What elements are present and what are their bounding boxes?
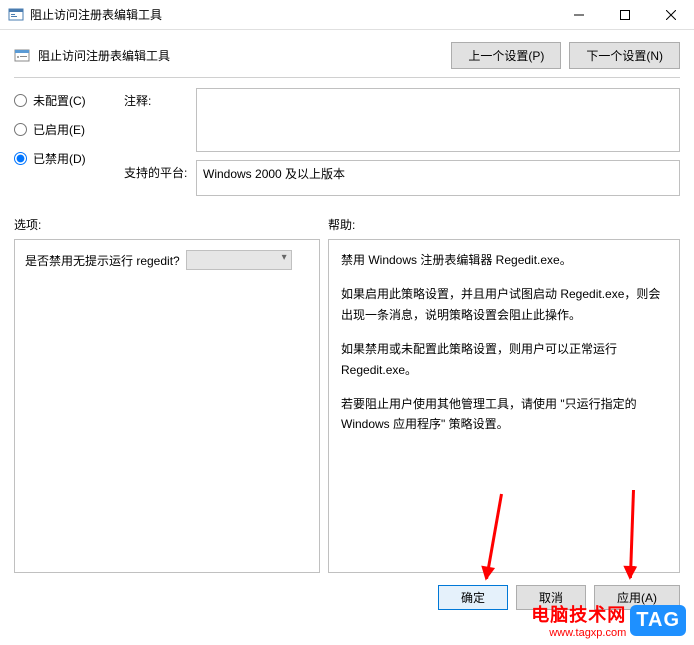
option-question: 是否禁用无提示运行 regedit? — [25, 252, 180, 269]
lower-panels: 是否禁用无提示运行 regedit? 禁用 Windows 注册表编辑器 Reg… — [0, 239, 694, 573]
radio-not-configured-label: 未配置(C) — [33, 92, 86, 109]
help-p3: 如果禁用或未配置此策略设置，则用户可以正常运行 Regedit.exe。 — [341, 339, 667, 380]
watermark-tag: TAG — [630, 605, 686, 636]
comment-row: 注释: — [124, 88, 680, 152]
option-select[interactable] — [186, 250, 292, 270]
section-labels: 选项: 帮助: — [0, 196, 694, 239]
option-row: 是否禁用无提示运行 regedit? — [25, 250, 309, 270]
fields: 注释: 支持的平台: Windows 2000 及以上版本 — [124, 88, 680, 196]
window-controls — [556, 0, 694, 29]
maximize-button[interactable] — [602, 0, 648, 29]
radio-enabled-label: 已启用(E) — [33, 121, 85, 138]
radio-enabled[interactable]: 已启用(E) — [14, 121, 110, 138]
radio-not-configured-input[interactable] — [14, 94, 27, 107]
close-button[interactable] — [648, 0, 694, 29]
platform-row: 支持的平台: Windows 2000 及以上版本 — [124, 160, 680, 196]
minimize-button[interactable] — [556, 0, 602, 29]
radio-disabled-label: 已禁用(D) — [33, 150, 86, 167]
radio-not-configured[interactable]: 未配置(C) — [14, 92, 110, 109]
radio-enabled-input[interactable] — [14, 123, 27, 136]
header-row: 阻止访问注册表编辑工具 上一个设置(P) 下一个设置(N) — [0, 30, 694, 77]
help-p4: 若要阻止用户使用其他管理工具，请使用 "只运行指定的 Windows 应用程序"… — [341, 394, 667, 435]
options-label: 选项: — [14, 216, 328, 233]
policy-title: 阻止访问注册表编辑工具 — [38, 47, 443, 64]
ok-button[interactable]: 确定 — [438, 585, 508, 610]
help-panel: 禁用 Windows 注册表编辑器 Regedit.exe。 如果启用此策略设置… — [328, 239, 680, 573]
window-title: 阻止访问注册表编辑工具 — [30, 6, 556, 23]
comment-input[interactable] — [196, 88, 680, 152]
help-p1: 禁用 Windows 注册表编辑器 Regedit.exe。 — [341, 250, 667, 270]
divider — [14, 77, 680, 78]
watermark-text: 电脑技术网 www.tagxp.com — [531, 601, 626, 639]
comment-label: 注释: — [124, 88, 188, 152]
radio-disabled[interactable]: 已禁用(D) — [14, 150, 110, 167]
platform-value: Windows 2000 及以上版本 — [196, 160, 680, 196]
watermark-main: 电脑技术网 — [531, 601, 626, 627]
help-label: 帮助: — [328, 216, 355, 233]
watermark-sub: www.tagxp.com — [531, 627, 626, 639]
platform-label: 支持的平台: — [124, 160, 188, 196]
prev-setting-button[interactable]: 上一个设置(P) — [451, 42, 561, 69]
options-panel: 是否禁用无提示运行 regedit? — [14, 239, 320, 573]
titlebar: 阻止访问注册表编辑工具 — [0, 0, 694, 30]
config-area: 未配置(C) 已启用(E) 已禁用(D) 注释: 支持的平台: Windows … — [0, 88, 694, 196]
app-icon — [8, 7, 24, 23]
next-setting-button[interactable]: 下一个设置(N) — [569, 42, 680, 69]
help-p2: 如果启用此策略设置，并且用户试图启动 Regedit.exe，则会出现一条消息，… — [341, 284, 667, 325]
radio-disabled-input[interactable] — [14, 152, 27, 165]
policy-icon — [14, 48, 30, 64]
watermark: 电脑技术网 www.tagxp.com TAG — [531, 601, 686, 639]
radio-group: 未配置(C) 已启用(E) 已禁用(D) — [14, 88, 110, 196]
